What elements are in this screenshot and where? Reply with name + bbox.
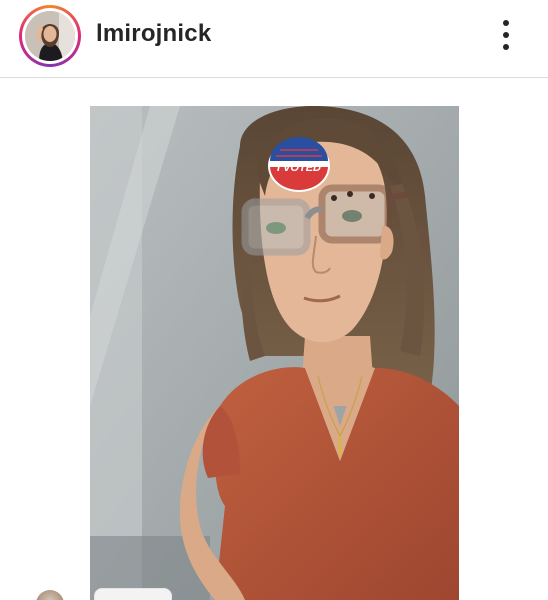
i-voted-sticker: I VOTED <box>268 137 330 192</box>
avatar[interactable] <box>25 11 75 61</box>
three-dots-vertical-icon <box>503 20 509 26</box>
comment-avatar[interactable] <box>36 590 64 600</box>
three-dots-vertical-icon <box>503 32 509 38</box>
sticker-text: I VOTED <box>277 162 321 174</box>
avatar-border <box>22 8 78 64</box>
post-header: lmirojnick <box>0 0 548 78</box>
instagram-post: lmirojnick I VOTED <box>0 0 548 600</box>
post-image[interactable]: I VOTED <box>90 106 459 600</box>
avatar-image <box>25 11 75 61</box>
more-options-button[interactable] <box>494 18 518 52</box>
username-link[interactable]: lmirojnick <box>96 20 211 48</box>
avatar-story-ring[interactable] <box>19 5 81 67</box>
selfie-photo: I VOTED <box>90 106 459 600</box>
comment-bubble <box>94 588 172 600</box>
three-dots-vertical-icon <box>503 44 509 50</box>
